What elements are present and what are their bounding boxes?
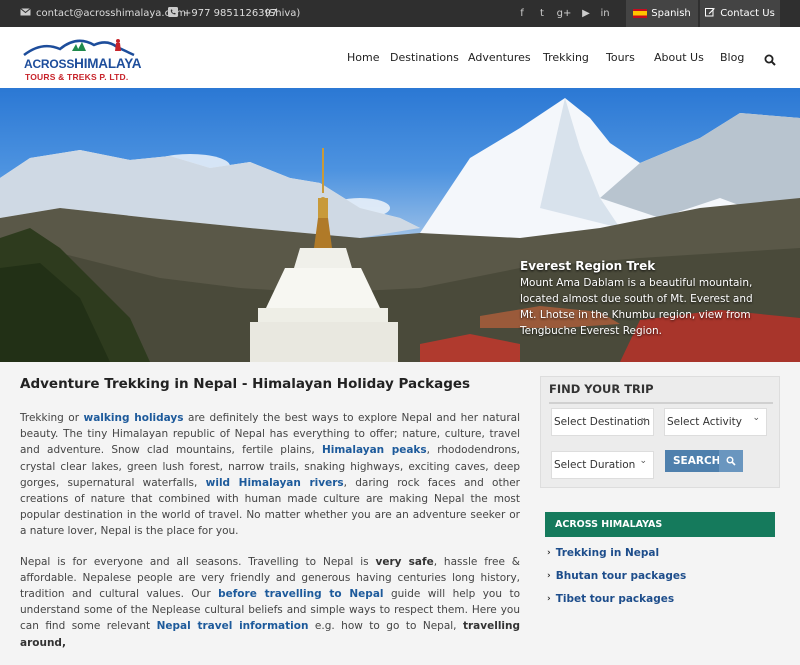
logo-subtitle: TOURS & TREKS P. LTD. [25,72,129,82]
page-title: Adventure Trekking in Nepal - Himalayan … [20,376,471,392]
main-content: Adventure Trekking in Nepal - Himalayan … [20,376,520,665]
site-logo[interactable]: ACROSSHIMALAYA TOURS & TREKS P. LTD. [22,33,142,83]
caption-text: Mount Ama Dablam is a beautiful mountain… [520,277,753,337]
chevron-right-icon: › [547,593,551,604]
travel-information-link[interactable]: Nepal travel information [157,620,309,632]
sidebar-link-tibet-tours[interactable]: › Tibet tour packages [547,587,777,610]
duration-select[interactable]: Select Duration ⌄ [551,451,654,479]
activity-select[interactable]: Select Activity ⌄ [664,408,767,436]
language-switch[interactable]: Spanish [626,0,698,27]
envelope-icon [20,8,31,19]
nav-home[interactable]: Home [347,27,379,88]
sidebar-link-trekking-nepal[interactable]: › Trekking in Nepal [547,541,777,564]
nav-tours[interactable]: Tours [606,27,635,88]
contact-person: (Shiva) [265,8,301,19]
linkedin-icon[interactable]: in [595,0,615,27]
walking-holidays-link[interactable]: walking holidays [84,412,184,424]
search-icon [719,450,743,472]
nav-destinations[interactable]: Destinations [390,27,459,88]
before-travelling-link[interactable]: before travelling to Nepal [218,588,383,600]
phone-text: +977 9851126397 [183,8,278,19]
chevron-right-icon: › [547,547,551,558]
nav-trekking[interactable]: Trekking [543,27,589,88]
chevron-down-icon: ⌄ [639,456,647,466]
nav-adventures[interactable]: Adventures [468,27,531,88]
find-trip-title: FIND YOUR TRIP [549,382,654,396]
himalayan-rivers-link[interactable]: wild Himalayan rivers [206,477,344,489]
chevron-down-icon: ⌄ [752,413,760,423]
search-icon[interactable] [764,51,778,66]
spain-flag-icon [633,9,648,18]
hero-slider[interactable]: Everest Region Trek Mount Ama Dablam is … [0,88,800,362]
facebook-icon[interactable]: f [512,0,532,27]
destination-select[interactable]: Select Destination ⌄ [551,408,654,436]
phone-icon [168,7,178,20]
hero-caption: Everest Region Trek Mount Ama Dablam is … [520,258,770,339]
logo-brand: ACROSSHIMALAYA [24,56,142,71]
site-header: ACROSSHIMALAYA TOURS & TREKS P. LTD. Hom… [0,27,800,88]
intro-paragraph: Trekking or walking holidays are definit… [20,412,521,538]
nav-blog[interactable]: Blog [720,27,744,88]
top-bar: contact@acrosshimalaya.com +977 98511263… [0,0,800,27]
phone-contact[interactable]: +977 9851126397 [168,0,277,27]
chevron-down-icon: ⌄ [639,413,647,423]
edit-icon [705,7,715,20]
divider [549,402,773,404]
sidebar-link-bhutan-tours[interactable]: › Bhutan tour packages [547,564,777,587]
nav-about-us[interactable]: About Us [654,27,704,88]
email-text: contact@acrosshimalaya.com [36,8,186,19]
chevron-right-icon: › [547,570,551,581]
twitter-icon[interactable]: t [532,0,552,27]
himalayan-peaks-link[interactable]: Himalayan peaks [322,444,427,456]
contact-us-button[interactable]: Contact Us [700,0,780,27]
second-paragraph: Nepal is for everyone and all seasons. T… [20,555,521,649]
email-contact[interactable]: contact@acrosshimalaya.com [20,0,186,27]
google-plus-icon[interactable]: g+ [554,0,574,27]
across-himalayas-heading: ACROSS HIMALAYAS [545,512,775,537]
caption-title: Everest Region Trek [520,259,656,273]
search-button[interactable]: SEARCH [665,450,743,472]
youtube-icon[interactable]: ▶ [576,0,596,27]
